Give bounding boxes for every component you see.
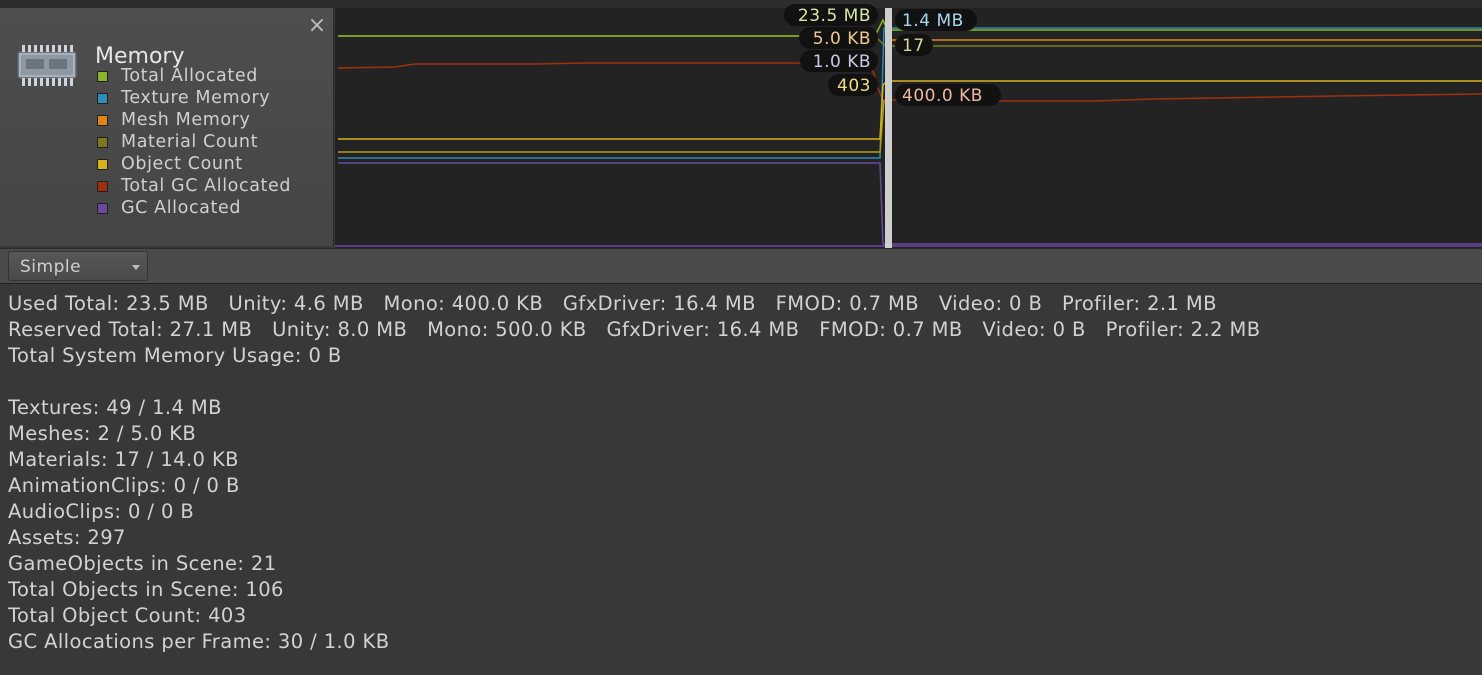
- tooltip-texture-memory-value: 1.4 MB: [902, 11, 964, 31]
- stat-reserved-total: Reserved Total: 27.1 MB Unity: 8.0 MB Mo…: [8, 318, 1261, 341]
- stat-materials: Materials: 17 / 14.0 KB: [8, 448, 239, 471]
- series-line-object-count-low: [338, 99, 885, 153]
- stat-textures: Textures: 49 / 1.4 MB: [8, 396, 222, 419]
- tooltip-gc-allocated-value: 1.0 KB: [813, 52, 871, 72]
- tooltip-texture-memory: 1.4 MB: [895, 9, 977, 31]
- legend-item-total-gc-allocated[interactable]: Total GC Allocated: [97, 175, 291, 197]
- legend-label: Object Count: [121, 154, 243, 174]
- legend-label: Texture Memory: [121, 88, 271, 108]
- memory-timeline-graph[interactable]: 23.5 MB 5.0 KB 1.0 KB 403 1.4 MB 17 400.…: [335, 0, 1482, 248]
- tooltip-total-allocated-value: 23.5 MB: [798, 6, 871, 26]
- legend-swatch: [97, 136, 108, 148]
- legend-swatch: [97, 158, 108, 170]
- stat-gc-allocations: GC Allocations per Frame: 30 / 1.0 KB: [8, 630, 390, 653]
- legend-item-material-count[interactable]: Material Count: [97, 131, 291, 153]
- legend-label: Mesh Memory: [121, 110, 251, 130]
- memory-chip-icon: [17, 45, 77, 86]
- view-mode-label: Simple: [20, 257, 82, 277]
- legend-label: Total GC Allocated: [121, 176, 292, 196]
- legend-swatch: [97, 70, 108, 82]
- memory-module-panel[interactable]: × Memory Total Allocated Texture Memory …: [0, 8, 334, 246]
- legend-swatch: [97, 114, 108, 126]
- legend-swatch: [97, 92, 108, 104]
- tooltip-object-count-value: 403: [837, 76, 871, 96]
- stat-used-total: Used Total: 23.5 MB Unity: 4.6 MB Mono: …: [8, 292, 1217, 315]
- memory-stats-panel: Used Total: 23.5 MB Unity: 4.6 MB Mono: …: [8, 291, 1260, 655]
- close-module-button[interactable]: ×: [306, 15, 328, 37]
- tooltip-material-count-value: 17: [902, 36, 925, 56]
- legend-item-gc-allocated[interactable]: GC Allocated: [97, 197, 291, 219]
- stat-objects-in-scene: Total Objects in Scene: 106: [8, 578, 284, 601]
- legend-swatch: [97, 202, 108, 214]
- stat-gameobjects: GameObjects in Scene: 21: [8, 552, 277, 575]
- stat-assets: Assets: 297: [8, 526, 126, 549]
- series-line-gc-allocated: [338, 162, 1482, 245]
- tooltip-total-gc-allocated-value: 400.0 KB: [902, 86, 983, 106]
- tooltip-gc-allocated: 1.0 KB: [800, 50, 878, 72]
- close-icon: ×: [307, 13, 327, 38]
- selected-frame-marker[interactable]: [885, 8, 892, 248]
- legend-item-total-allocated[interactable]: Total Allocated: [97, 65, 291, 87]
- chevron-down-icon: [132, 265, 140, 270]
- legend-item-object-count[interactable]: Object Count: [97, 153, 291, 175]
- detail-toolbar: Simple: [0, 248, 1482, 284]
- legend-label: Total Allocated: [121, 66, 258, 86]
- legend-label: GC Allocated: [121, 198, 242, 218]
- legend-label: Material Count: [121, 132, 259, 152]
- tooltip-total-allocated: 23.5 MB: [784, 4, 878, 26]
- legend-swatch: [97, 180, 108, 192]
- stat-total-object-count: Total Object Count: 403: [8, 604, 247, 627]
- legend-item-texture-memory[interactable]: Texture Memory: [97, 87, 291, 109]
- stat-meshes: Meshes: 2 / 5.0 KB: [8, 422, 197, 445]
- tooltip-material-count: 17: [895, 34, 933, 56]
- memory-legend: Total Allocated Texture Memory Mesh Memo…: [97, 65, 291, 219]
- stat-audio-clips: AudioClips: 0 / 0 B: [8, 500, 195, 523]
- legend-item-mesh-memory[interactable]: Mesh Memory: [97, 109, 291, 131]
- stat-animation-clips: AnimationClips: 0 / 0 B: [8, 474, 240, 497]
- stat-system-memory: Total System Memory Usage: 0 B: [8, 344, 342, 367]
- tooltip-mesh-memory: 5.0 KB: [799, 27, 878, 49]
- tooltip-mesh-memory-value: 5.0 KB: [813, 29, 871, 49]
- tooltip-total-gc-allocated: 400.0 KB: [895, 84, 1001, 106]
- view-mode-dropdown[interactable]: Simple: [8, 251, 148, 281]
- memory-profiler-window: × Memory Total Allocated Texture Memory …: [0, 0, 1482, 675]
- tooltip-object-count: 403: [828, 74, 878, 96]
- stat-spacer: [8, 369, 1260, 395]
